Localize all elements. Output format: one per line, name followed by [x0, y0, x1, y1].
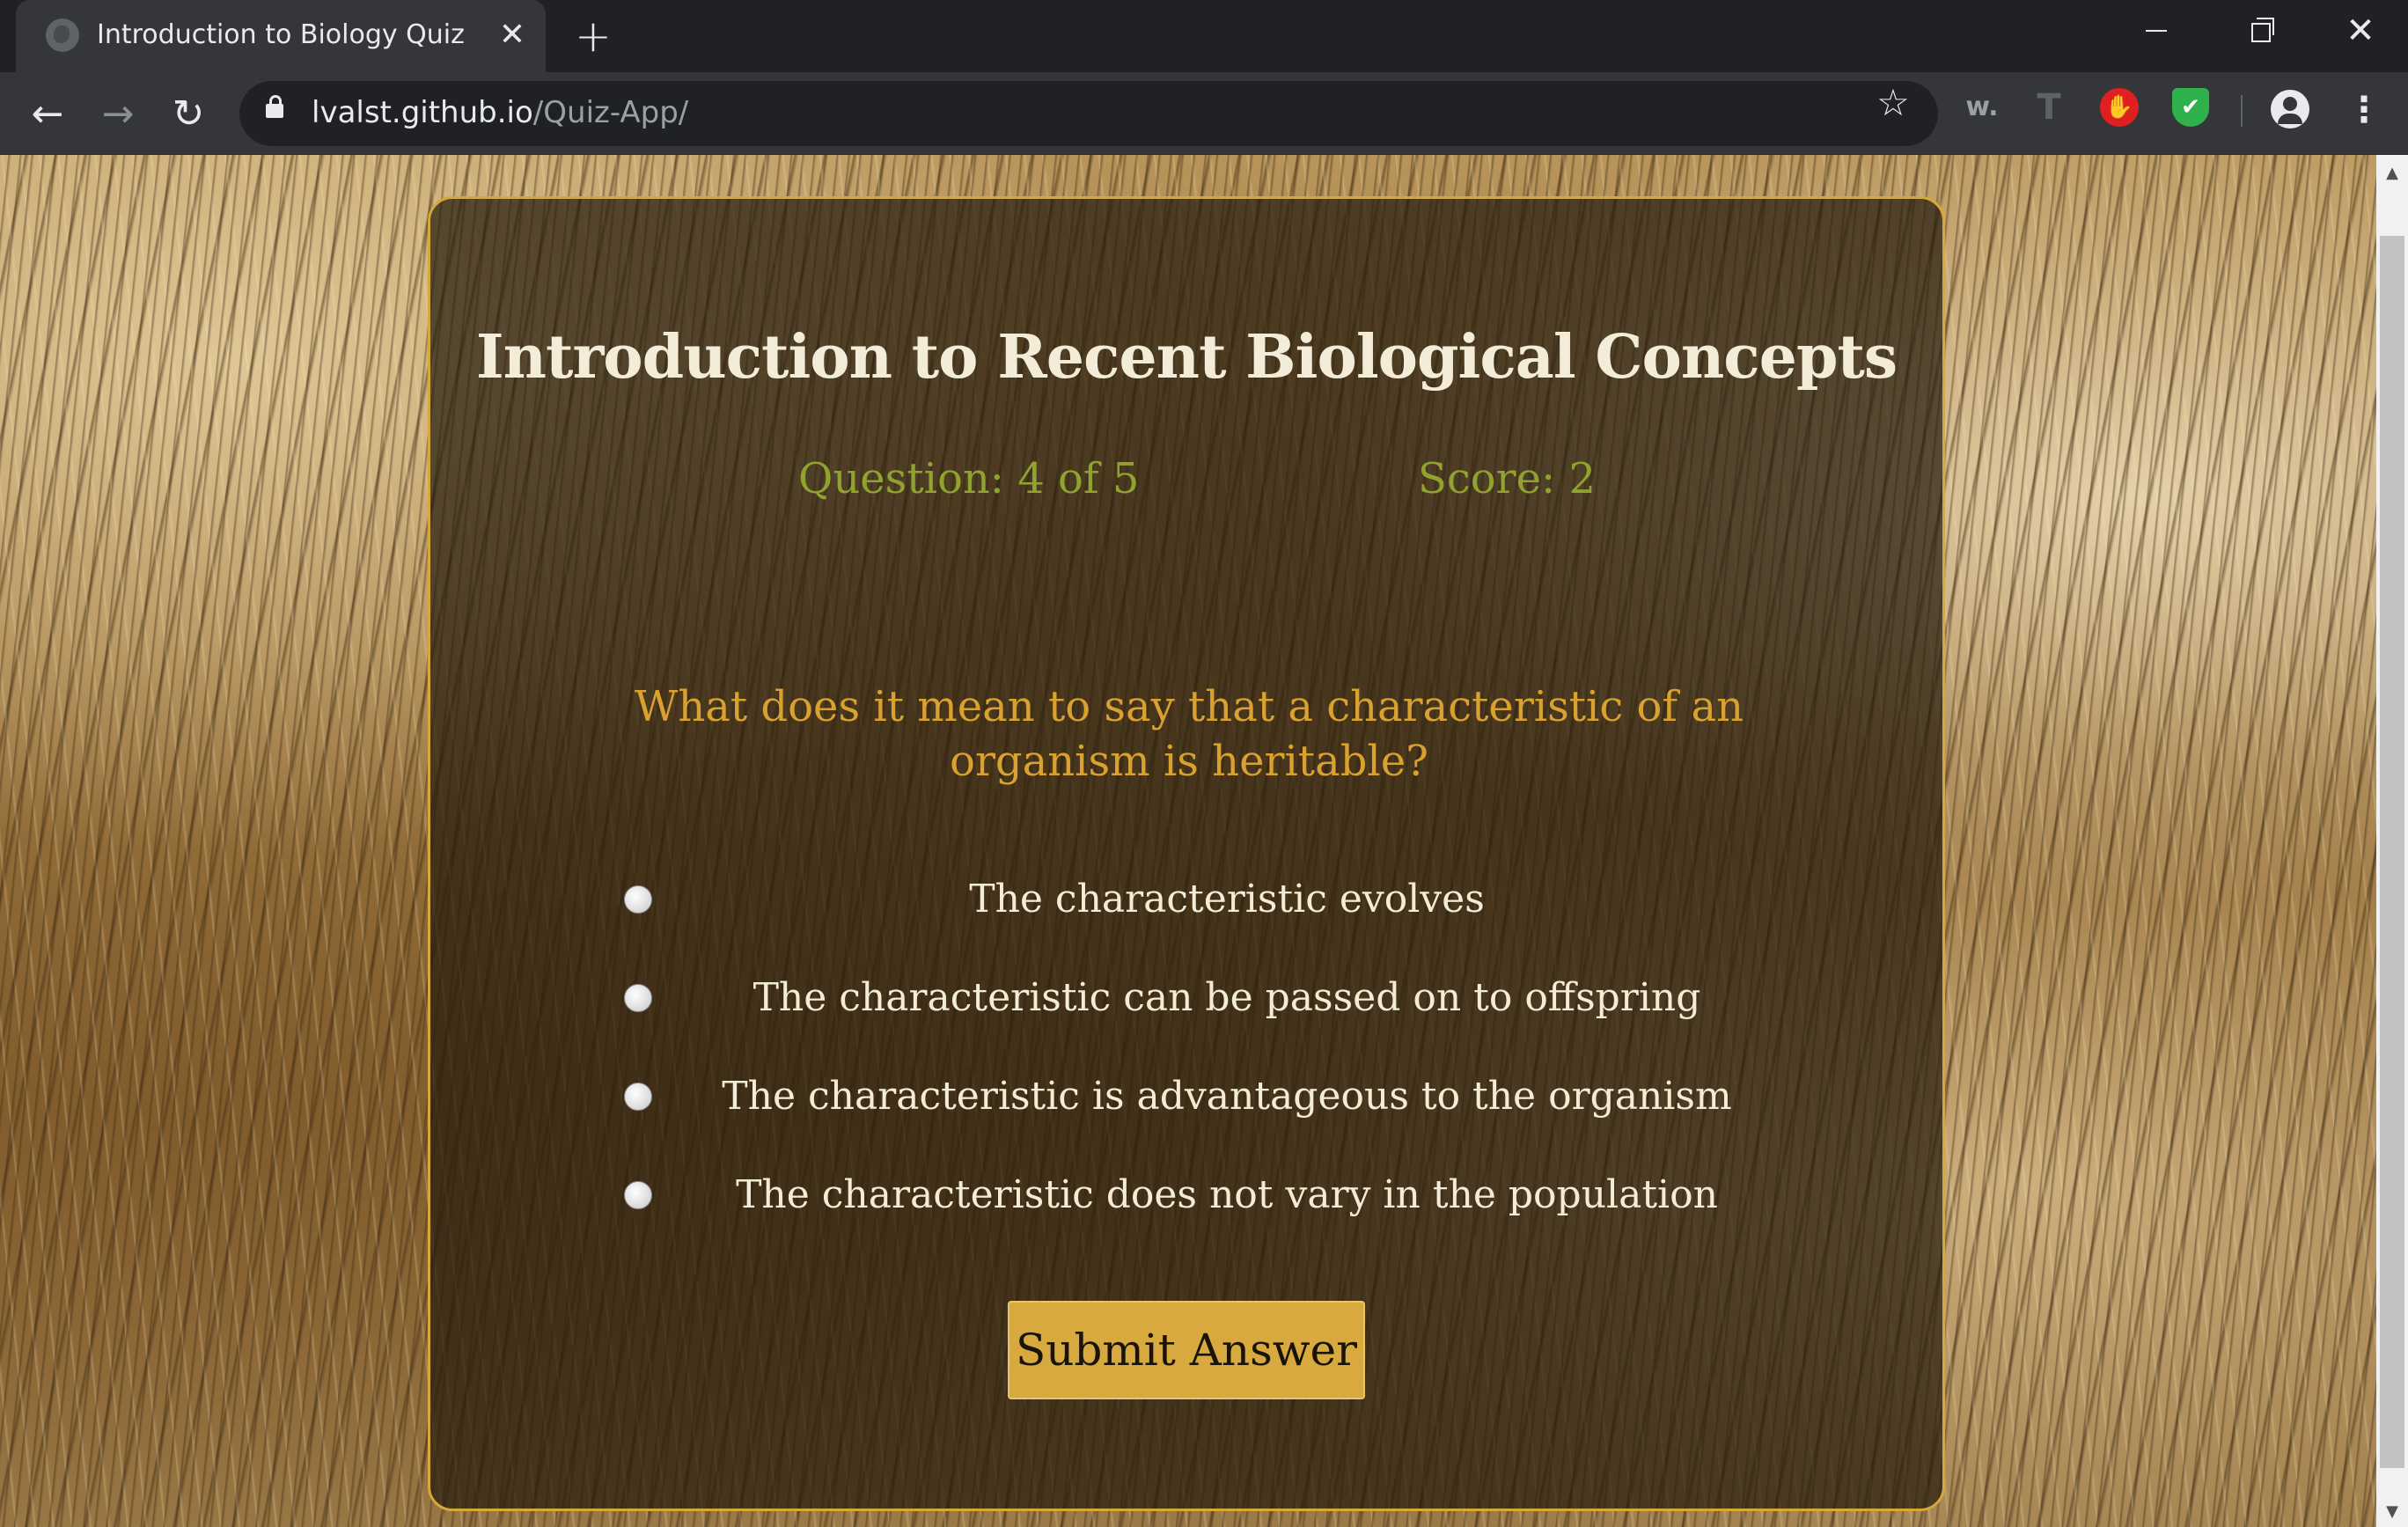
browser-tab-active[interactable]: Introduction to Biology Quiz ✕ [16, 0, 546, 72]
question-counter: Question: 4 of 5 [798, 454, 1140, 503]
answer-label[interactable]: The characteristic evolves [659, 877, 1795, 921]
url-path: /Quiz-App/ [532, 95, 689, 130]
kebab-menu-icon[interactable]: ⋮ [2346, 88, 2382, 132]
profile-icon[interactable] [2271, 90, 2309, 128]
extension-w-icon[interactable]: w. [1959, 88, 2005, 127]
toolbar-divider [2241, 95, 2243, 127]
answer-radio[interactable] [624, 885, 652, 914]
scroll-down-arrow-icon[interactable]: ▼ [2376, 1499, 2408, 1525]
url-host: lvalst.github.io [312, 95, 533, 130]
answer-radio[interactable] [624, 1181, 652, 1209]
browser-tab-strip: Introduction to Biology Quiz ✕ + ✕ [0, 0, 2408, 72]
answer-label[interactable]: The characteristic can be passed on to o… [659, 975, 1795, 1020]
window-close-button[interactable]: ✕ [2309, 0, 2408, 62]
back-arrow-icon[interactable]: ← [23, 90, 72, 139]
answer-option[interactable]: The characteristic can be passed on to o… [624, 968, 1812, 1030]
answer-radio[interactable] [624, 1083, 652, 1111]
answer-radio[interactable] [624, 984, 652, 1012]
window-restore-button[interactable] [2207, 0, 2309, 62]
lock-icon[interactable] [266, 95, 283, 118]
vertical-scrollbar[interactable]: ▲ ▼ [2376, 155, 2408, 1527]
page-viewport-background: Introduction to Recent Biological Concep… [0, 155, 2376, 1527]
answer-label[interactable]: The characteristic does not vary in the … [659, 1172, 1795, 1217]
tab-title: Introduction to Biology Quiz [97, 19, 465, 50]
score-display: Score: 2 [1418, 454, 1596, 503]
question-text: What does it mean to say that a characte… [635, 682, 1744, 786]
extension-t-icon[interactable]: T [2030, 88, 2068, 127]
quiz-card: Introduction to Recent Biological Concep… [428, 196, 1945, 1511]
bookmark-star-icon[interactable]: ☆ [1871, 81, 1915, 125]
new-tab-plus-icon[interactable]: + [570, 14, 616, 60]
window-minimize-button[interactable] [2105, 0, 2207, 62]
submit-answer-button[interactable]: Submit Answer [1008, 1301, 1365, 1399]
answer-option[interactable]: The characteristic does not vary in the … [624, 1165, 1812, 1227]
url-text[interactable]: lvalst.github.io/Quiz-App/ [312, 95, 688, 130]
scroll-up-arrow-icon[interactable]: ▲ [2376, 160, 2408, 187]
address-bar[interactable]: lvalst.github.io/Quiz-App/ [239, 81, 1938, 146]
globe-icon [46, 18, 79, 52]
tab-close-icon[interactable]: ✕ [493, 16, 532, 55]
forward-arrow-icon[interactable]: → [93, 90, 143, 139]
quiz-title: Introduction to Recent Biological Concep… [475, 322, 1898, 393]
reload-icon[interactable]: ↻ [164, 90, 213, 139]
scrollbar-thumb[interactable] [2380, 236, 2404, 1468]
extension-shield-icon[interactable]: ✔ [2172, 88, 2209, 127]
answer-option[interactable]: The characteristic is advantageous to th… [624, 1067, 1812, 1128]
answer-option[interactable]: The characteristic evolves [624, 870, 1812, 931]
answer-label[interactable]: The characteristic is advantageous to th… [659, 1074, 1795, 1119]
extension-stop-hand-icon[interactable]: ✋ [2100, 88, 2139, 127]
